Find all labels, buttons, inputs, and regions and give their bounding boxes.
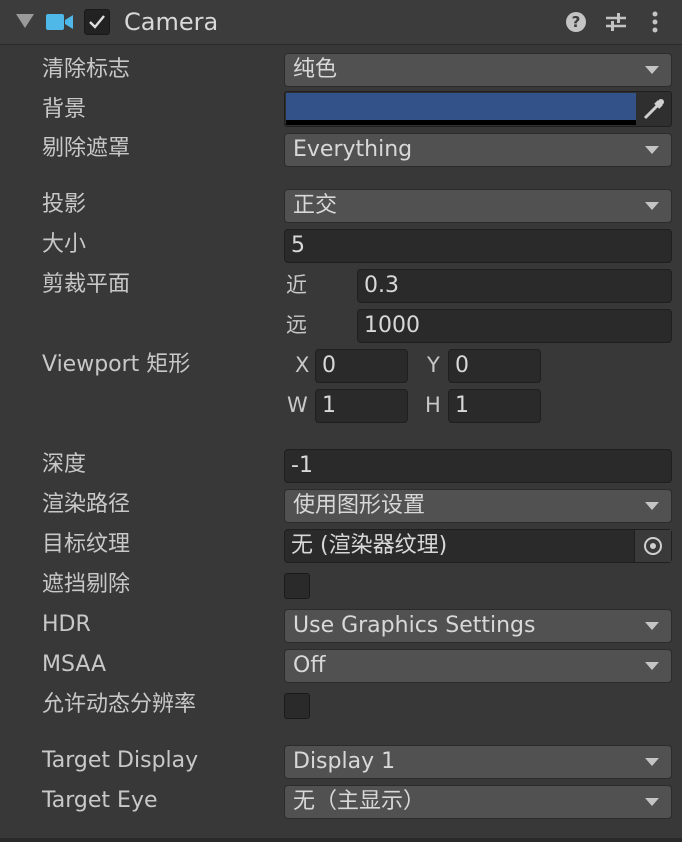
projection-dropdown[interactable]: 正交: [284, 189, 672, 223]
target-display-dropdown[interactable]: Display 1: [284, 745, 672, 779]
msaa-label: MSAA: [42, 652, 107, 677]
near-value: 0.3: [364, 273, 399, 298]
eyedropper-button[interactable]: [637, 93, 670, 125]
target-display-label: Target Display: [42, 748, 199, 773]
depth-field[interactable]: -1: [284, 449, 672, 483]
clear-flags-value: 纯色: [293, 57, 338, 82]
help-icon[interactable]: ?: [565, 11, 587, 33]
panel-bottom-divider: [0, 838, 682, 842]
culling-mask-label: 剔除遮罩: [42, 136, 131, 161]
viewport-x-field[interactable]: 0: [315, 349, 408, 383]
object-picker-icon: [644, 537, 662, 555]
viewport-h-value: 1: [455, 393, 469, 418]
viewport-w-label[interactable]: W: [287, 390, 308, 420]
background-color-swatch[interactable]: [286, 93, 636, 120]
viewport-y-value: 0: [455, 353, 469, 378]
viewport-h-label[interactable]: H: [425, 390, 441, 420]
dynamic-resolution-label: 允许动态分辨率: [42, 692, 197, 717]
near-field[interactable]: 0.3: [357, 269, 672, 303]
svg-text:?: ?: [572, 13, 581, 31]
dynamic-resolution-checkbox[interactable]: [284, 693, 310, 719]
target-texture-value: 无 (渲染器纹理): [291, 533, 448, 558]
background-alpha-bar: [286, 120, 636, 125]
viewport-x-value: 0: [322, 353, 336, 378]
dropdown-arrow-icon: [645, 758, 659, 766]
background-label: 背景: [42, 97, 87, 122]
component-header: Camera ?: [0, 0, 682, 45]
object-picker-button[interactable]: [634, 530, 671, 562]
component-title: Camera: [124, 8, 219, 36]
target-display-value: Display 1: [293, 749, 396, 774]
viewport-x-label[interactable]: X: [295, 350, 309, 380]
msaa-dropdown[interactable]: Off: [284, 649, 672, 683]
projection-value: 正交: [293, 193, 338, 218]
checkmark-icon: [89, 15, 105, 29]
dropdown-arrow-icon: [645, 798, 659, 806]
rendering-path-value: 使用图形设置: [293, 493, 426, 518]
occlusion-culling-checkbox[interactable]: [284, 573, 310, 599]
far-field[interactable]: 1000: [357, 309, 672, 343]
target-eye-label: Target Eye: [42, 788, 158, 813]
culling-mask-dropdown[interactable]: Everything: [284, 133, 672, 167]
depth-value: -1: [291, 453, 313, 478]
hdr-label: HDR: [42, 612, 91, 637]
target-texture-label: 目标纹理: [42, 532, 131, 557]
culling-mask-value: Everything: [293, 137, 413, 162]
viewport-y-label[interactable]: Y: [427, 350, 440, 380]
size-field[interactable]: 5: [284, 229, 672, 263]
hdr-dropdown[interactable]: Use Graphics Settings: [284, 609, 672, 643]
dropdown-arrow-icon: [645, 622, 659, 630]
viewport-w-value: 1: [322, 393, 336, 418]
rendering-path-dropdown[interactable]: 使用图形设置: [284, 489, 672, 523]
viewport-w-field[interactable]: 1: [315, 389, 408, 423]
dropdown-arrow-icon: [645, 502, 659, 510]
viewport-h-field[interactable]: 1: [448, 389, 541, 423]
camera-icon: [46, 14, 73, 30]
more-vertical-icon[interactable]: [648, 11, 662, 33]
occlusion-culling-label: 遮挡剔除: [42, 572, 131, 597]
size-value: 5: [291, 233, 305, 258]
target-eye-dropdown[interactable]: 无（主显示）: [284, 785, 672, 819]
target-eye-value: 无（主显示）: [293, 789, 426, 814]
projection-label: 投影: [42, 192, 87, 217]
viewport-rect-label: Viewport 矩形: [42, 352, 191, 377]
rendering-path-label: 渲染路径: [42, 492, 131, 517]
size-label: 大小: [42, 232, 87, 257]
clipping-planes-label: 剪裁平面: [42, 272, 131, 297]
dropdown-arrow-icon: [645, 66, 659, 74]
eyedropper-icon: [643, 99, 664, 120]
far-value: 1000: [364, 313, 420, 338]
dropdown-arrow-icon: [645, 662, 659, 670]
enable-checkbox[interactable]: [84, 9, 110, 35]
preset-sliders-icon[interactable]: [604, 11, 628, 33]
target-texture-field[interactable]: 无 (渲染器纹理): [284, 529, 672, 563]
hdr-value: Use Graphics Settings: [293, 613, 536, 638]
clear-flags-label: 清除标志: [42, 57, 131, 82]
background-color-field[interactable]: [284, 91, 672, 127]
dropdown-arrow-icon: [645, 202, 659, 210]
near-label: 近: [286, 273, 307, 297]
viewport-y-field[interactable]: 0: [448, 349, 541, 383]
foldout-arrow-icon[interactable]: [16, 14, 34, 28]
clear-flags-dropdown[interactable]: 纯色: [284, 53, 672, 87]
dropdown-arrow-icon: [645, 146, 659, 154]
msaa-value: Off: [293, 653, 326, 678]
far-label: 远: [286, 313, 307, 337]
depth-label: 深度: [42, 452, 87, 477]
